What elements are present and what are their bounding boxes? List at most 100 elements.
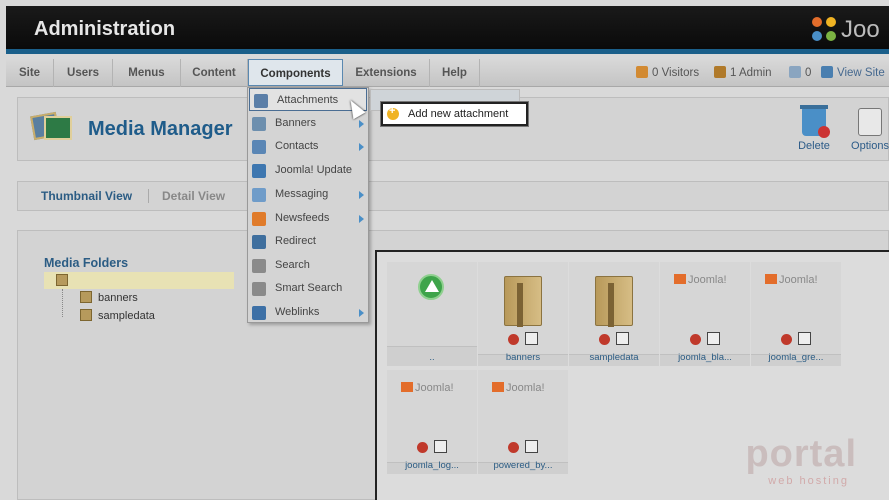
submenu-arrow-icon — [359, 215, 364, 223]
media-item-up[interactable]: .. — [387, 262, 477, 366]
folder-banners-label: banners — [98, 292, 138, 304]
menu-item-contacts[interactable]: Contacts — [248, 135, 368, 158]
select-checkbox[interactable] — [707, 332, 720, 345]
tab-thumbnail-view[interactable]: Thumbnail View — [41, 189, 132, 203]
options-icon — [858, 108, 882, 136]
folder-banners[interactable]: banners — [80, 291, 138, 304]
media-item-joomla-logo[interactable]: Joomla! joomla_log... — [387, 370, 477, 474]
media-item-name[interactable]: joomla_bla... — [660, 352, 750, 363]
folder-sampledata-label: sampledata — [98, 310, 155, 322]
joomla-image-thumb: Joomla! — [674, 274, 727, 286]
media-item-joomla-black[interactable]: Joomla! joomla_bla... — [660, 262, 750, 366]
delete-button[interactable]: Delete — [792, 105, 836, 154]
messages-icon — [789, 66, 801, 78]
folder-icon — [80, 291, 92, 303]
media-item-name[interactable]: powered_by... — [478, 460, 568, 471]
menu-components[interactable]: Components — [248, 59, 343, 86]
weblinks-icon — [252, 306, 266, 320]
media-item-joomla-green[interactable]: Joomla! joomla_gre... — [751, 262, 841, 366]
rss-icon — [252, 212, 266, 226]
media-item-powered-by[interactable]: Joomla! powered_by... — [478, 370, 568, 474]
menu-item-label: Contacts — [275, 140, 319, 152]
menu-item-weblinks[interactable]: Weblinks — [248, 301, 368, 324]
tree-line — [62, 289, 63, 317]
folder-icon — [80, 309, 92, 321]
menu-item-messaging[interactable]: Messaging — [248, 183, 368, 206]
options-label: Options — [851, 140, 889, 152]
logo-text: Joo — [841, 16, 880, 43]
menu-site[interactable]: Site — [6, 59, 54, 87]
redirect-icon — [252, 235, 266, 249]
trash-icon — [800, 105, 830, 138]
menu-users[interactable]: Users — [54, 59, 113, 87]
media-item-name[interactable]: joomla_gre... — [751, 352, 841, 363]
select-checkbox[interactable] — [616, 332, 629, 345]
menu-item-label: Newsfeeds — [275, 212, 330, 224]
menu-item-banners[interactable]: Banners — [248, 112, 368, 135]
joomla-image-thumb: Joomla! — [492, 382, 545, 394]
media-folders-title: Media Folders — [44, 256, 129, 270]
media-manager-title: Media Manager — [88, 118, 233, 140]
delete-icon[interactable] — [781, 334, 792, 345]
up-arrow-icon — [418, 274, 444, 300]
visitors-label: 0 Visitors — [652, 67, 700, 79]
joomla-image-thumb: Joomla! — [401, 382, 454, 394]
page-title: Administration — [34, 18, 176, 40]
joomla-logo-icon — [812, 17, 836, 41]
select-checkbox[interactable] — [525, 440, 538, 453]
media-item-name[interactable]: joomla_log... — [387, 460, 477, 471]
delete-icon[interactable] — [599, 334, 610, 345]
main-menu-bar: Site Users Menus Content Components Exte… — [6, 59, 889, 87]
select-checkbox[interactable] — [434, 440, 447, 453]
menu-item-label: Banners — [275, 117, 316, 129]
watermark-logo: portal — [745, 433, 857, 475]
view-tabs: Thumbnail View Detail View — [17, 181, 889, 211]
folder-sampledata[interactable]: sampledata — [80, 309, 155, 322]
add-new-attachment-item[interactable]: Add new attachment — [381, 102, 528, 126]
add-icon — [387, 105, 399, 120]
components-dropdown: Attachments Banners Contacts Joomla! Upd… — [247, 87, 369, 323]
delete-icon[interactable] — [508, 334, 519, 345]
media-item-name[interactable]: banners — [478, 352, 568, 363]
media-item-name[interactable]: sampledata — [569, 352, 659, 363]
menu-item-joomla-update[interactable]: Joomla! Update — [248, 159, 368, 182]
menu-item-label: Messaging — [275, 188, 329, 200]
menu-menus[interactable]: Menus — [113, 59, 181, 87]
watermark-sub: web hosting — [768, 475, 849, 487]
admin-label: 1 Admin — [730, 67, 772, 79]
admin-icon — [714, 66, 726, 78]
menu-content[interactable]: Content — [181, 59, 248, 87]
select-checkbox[interactable] — [525, 332, 538, 345]
delete-icon[interactable] — [508, 442, 519, 453]
tab-detail-view[interactable]: Detail View — [162, 189, 225, 203]
root-folder-row[interactable] — [44, 272, 234, 289]
contacts-icon — [252, 140, 266, 154]
messages-status[interactable]: 0 — [789, 59, 811, 87]
menu-extensions[interactable]: Extensions — [343, 59, 430, 87]
menu-item-smart-search[interactable]: Smart Search — [248, 277, 368, 300]
admin-status[interactable]: 1 Admin — [714, 59, 772, 87]
select-checkbox[interactable] — [798, 332, 811, 345]
view-site-label: View Site — [837, 67, 885, 79]
view-site-icon — [821, 66, 833, 78]
media-item-banners[interactable]: banners — [478, 262, 568, 366]
options-button[interactable]: Options — [850, 106, 889, 154]
menu-item-newsfeeds[interactable]: Newsfeeds — [248, 207, 368, 230]
submenu-arrow-icon — [359, 191, 364, 199]
header-bar: Administration Joo — [6, 6, 889, 54]
smart-search-icon — [252, 282, 266, 296]
menu-item-redirect[interactable]: Redirect — [248, 230, 368, 253]
media-manager-icon — [30, 110, 76, 146]
folder-icon — [595, 276, 633, 327]
delete-icon[interactable] — [690, 334, 701, 345]
delete-icon[interactable] — [417, 442, 428, 453]
menu-item-label: Redirect — [275, 235, 316, 247]
visitors-icon — [636, 66, 648, 78]
banners-icon — [252, 117, 266, 131]
menu-item-search[interactable]: Search — [248, 254, 368, 277]
paperclip-icon — [254, 94, 268, 108]
media-item-sampledata[interactable]: sampledata — [569, 262, 659, 366]
menu-help[interactable]: Help — [430, 59, 480, 87]
visitors-status[interactable]: 0 Visitors — [636, 59, 699, 87]
view-site-link[interactable]: View Site — [821, 59, 885, 87]
